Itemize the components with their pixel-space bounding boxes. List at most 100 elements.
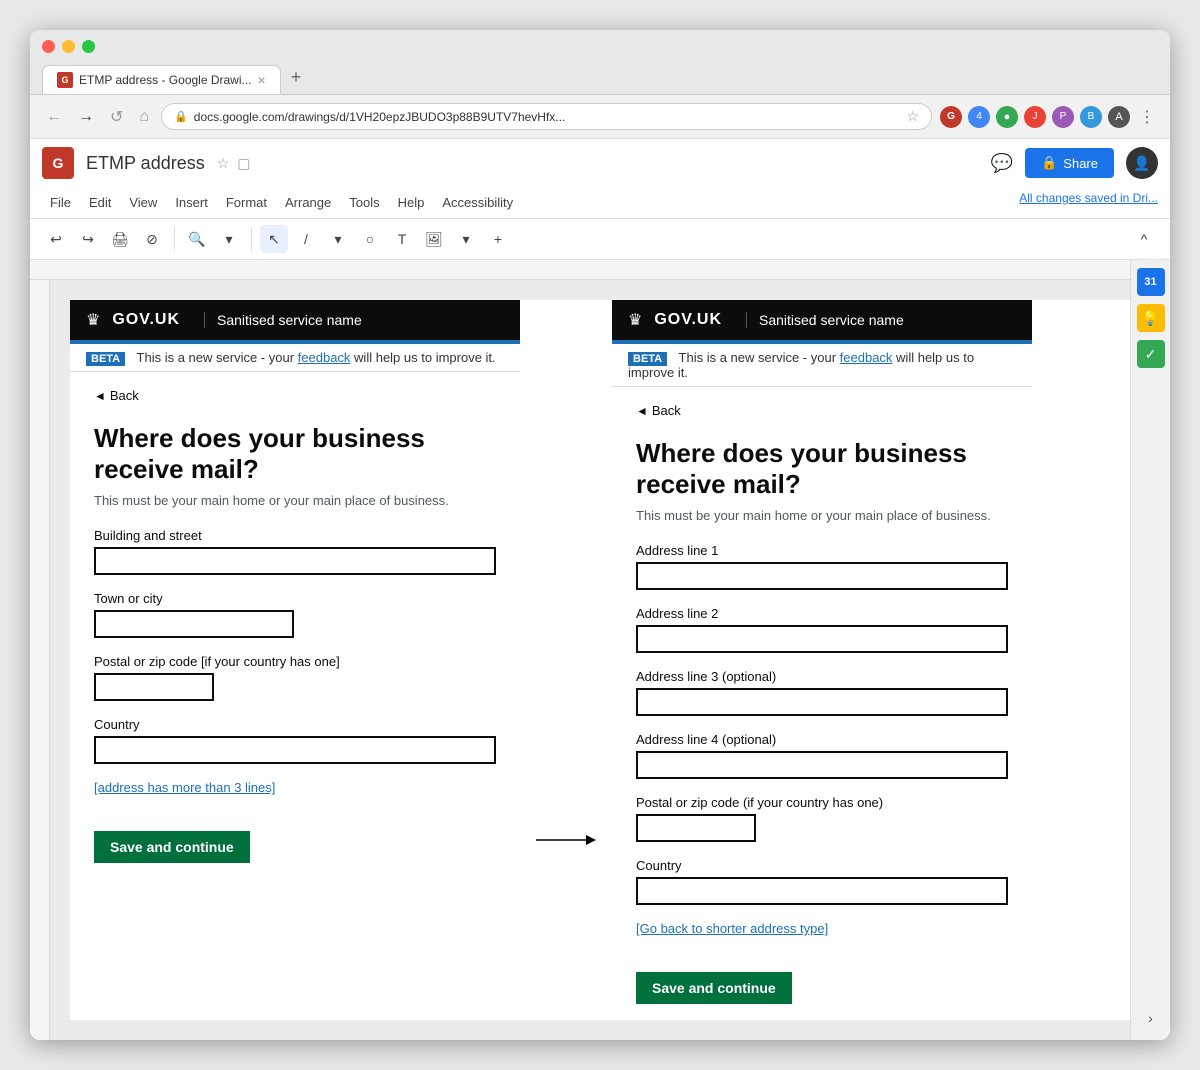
menu-format[interactable]: Format xyxy=(218,191,275,214)
zoom-button[interactable]: 🔍 xyxy=(183,225,211,253)
input-postal-code[interactable] xyxy=(94,673,214,701)
input-addr-line3[interactable] xyxy=(636,688,1008,716)
input-addr-line1[interactable] xyxy=(636,562,1008,590)
crown-icon-right: ♛ xyxy=(628,310,642,330)
right-form-panel: ♛ GOV.UK Sanitised service name BETA Thi… xyxy=(612,300,1032,1020)
menu-view[interactable]: View xyxy=(121,191,165,214)
beta-feedback-left[interactable]: feedback xyxy=(298,350,351,365)
field-addr-line1: Address line 1 xyxy=(636,543,1008,590)
horizontal-ruler xyxy=(30,260,1130,280)
label-country-right: Country xyxy=(636,858,1008,873)
save-continue-button-right[interactable]: Save and continue xyxy=(636,972,792,1004)
form-heading-right: Where does your business receive mail? xyxy=(636,438,1008,500)
beta-text-left: This is a new service - your xyxy=(137,350,295,365)
more-tools[interactable]: + xyxy=(484,225,512,253)
input-town-city[interactable] xyxy=(94,610,294,638)
beta-tag-left: BETA xyxy=(86,352,125,366)
input-addr-line2[interactable] xyxy=(636,625,1008,653)
forward-button[interactable]: → xyxy=(74,106,98,128)
back-button[interactable]: ← xyxy=(42,106,66,128)
form-heading-left: Where does your business receive mail? xyxy=(94,423,496,485)
menu-edit[interactable]: Edit xyxy=(81,191,119,214)
line-tool[interactable]: / xyxy=(292,225,320,253)
autosave-status: All changes saved in Dri... xyxy=(1019,191,1158,214)
input-addr-line4[interactable] xyxy=(636,751,1008,779)
beta-feedback-right[interactable]: feedback xyxy=(840,350,893,365)
extension-icon-1[interactable]: G xyxy=(940,106,962,128)
extension-icon-6[interactable]: B xyxy=(1080,106,1102,128)
input-country[interactable] xyxy=(94,736,496,764)
chevron-right-icon[interactable]: › xyxy=(1137,1004,1165,1032)
expand-address-link[interactable]: [address has more than 3 lines] xyxy=(94,780,275,795)
field-addr-line3: Address line 3 (optional) xyxy=(636,669,1008,716)
label-addr-line4: Address line 4 (optional) xyxy=(636,732,1008,747)
bulb-icon[interactable]: 💡 xyxy=(1137,304,1165,332)
arrow-connector xyxy=(520,660,612,1020)
bookmark-button[interactable]: ☆ xyxy=(906,108,919,125)
minimize-button[interactable] xyxy=(62,40,75,53)
extension-icon-2[interactable]: 4 xyxy=(968,106,990,128)
shapes-tool[interactable]: ○ xyxy=(356,225,384,253)
input-postal-code-right[interactable] xyxy=(636,814,756,842)
text-tool[interactable]: T xyxy=(388,225,416,253)
active-tab[interactable]: G ETMP address - Google Drawi... × xyxy=(42,65,281,94)
right-sidebar: 31 💡 ✓ › xyxy=(1130,260,1170,1040)
image-dropdown[interactable]: ▾ xyxy=(452,225,480,253)
menu-accessibility[interactable]: Accessibility xyxy=(434,191,521,214)
input-building-street[interactable] xyxy=(94,547,496,575)
menu-tools[interactable]: Tools xyxy=(341,191,387,214)
undo-button[interactable]: ↩ xyxy=(42,225,70,253)
back-link-left[interactable]: ◄ Back xyxy=(94,388,496,403)
print-button[interactable]: 🖨 xyxy=(106,225,134,253)
service-name-left: Sanitised service name xyxy=(204,312,362,328)
extension-icon-3[interactable]: ● xyxy=(996,106,1018,128)
beta-bar-left: BETA This is a new service - your feedba… xyxy=(70,344,520,372)
beta-text-right: This is a new service - your xyxy=(679,350,837,365)
line-dropdown[interactable]: ▾ xyxy=(324,225,352,253)
menu-arrange[interactable]: Arrange xyxy=(277,191,339,214)
expand-link-container: [address has more than 3 lines] xyxy=(94,780,496,815)
menu-file[interactable]: File xyxy=(42,191,79,214)
back-label-right: Back xyxy=(652,403,681,418)
address-bar[interactable]: 🔒 docs.google.com/drawings/d/1VH20epzJBU… xyxy=(161,103,932,130)
profile-avatar[interactable]: A xyxy=(1108,106,1130,128)
tab-close-button[interactable]: × xyxy=(258,72,266,88)
toolbar-separator-2 xyxy=(251,227,252,251)
check-icon[interactable]: ✓ xyxy=(1137,340,1165,368)
calendar-icon[interactable]: 31 xyxy=(1137,268,1165,296)
user-avatar[interactable]: 👤 xyxy=(1126,147,1158,179)
extension-icon-5[interactable]: P xyxy=(1052,106,1074,128)
share-button[interactable]: 🔒 Share xyxy=(1025,148,1114,178)
back-link-right[interactable]: ◄ Back xyxy=(636,403,1008,418)
folder-icon[interactable]: ▢ xyxy=(237,155,250,172)
paint-format-button[interactable]: ⊘ xyxy=(138,225,166,253)
collapse-panel-button[interactable]: ^ xyxy=(1130,225,1158,253)
back-arrow-left: ◄ xyxy=(94,389,106,403)
home-button[interactable]: ⌂ xyxy=(135,106,153,128)
collapse-address-link[interactable]: [Go back to shorter address type] xyxy=(636,921,828,936)
reload-button[interactable]: ↺ xyxy=(106,105,127,129)
beta-suffix-left: will help us to improve it. xyxy=(354,350,496,365)
image-tool[interactable]: 🖼 xyxy=(420,225,448,253)
star-icon[interactable]: ☆ xyxy=(217,155,230,172)
zoom-dropdown[interactable]: ▾ xyxy=(215,225,243,253)
chrome-menu[interactable]: ⋮ xyxy=(1136,106,1158,128)
app-toolbar: G ETMP address ☆ ▢ 💬 🔒 Share 👤 File Edit xyxy=(30,139,1170,219)
menu-insert[interactable]: Insert xyxy=(167,191,216,214)
maximize-button[interactable] xyxy=(82,40,95,53)
field-building-street: Building and street xyxy=(94,528,496,575)
new-tab-button[interactable]: + xyxy=(283,63,310,92)
extension-icon-4[interactable]: J xyxy=(1024,106,1046,128)
field-country-right: Country xyxy=(636,858,1008,905)
menu-help[interactable]: Help xyxy=(390,191,433,214)
comment-button[interactable]: 💬 xyxy=(991,153,1013,174)
address-bar-row: ← → ↺ ⌂ 🔒 docs.google.com/drawings/d/1VH… xyxy=(30,95,1170,139)
input-country-right[interactable] xyxy=(636,877,1008,905)
close-button[interactable] xyxy=(42,40,55,53)
app-header-right: 💬 🔒 Share 👤 xyxy=(991,147,1158,179)
redo-button[interactable]: ↪ xyxy=(74,225,102,253)
select-tool[interactable]: ↖ xyxy=(260,225,288,253)
label-postal-code-right: Postal or zip code (if your country has … xyxy=(636,795,1008,810)
save-continue-button-left[interactable]: Save and continue xyxy=(94,831,250,863)
vertical-ruler xyxy=(30,280,50,1040)
